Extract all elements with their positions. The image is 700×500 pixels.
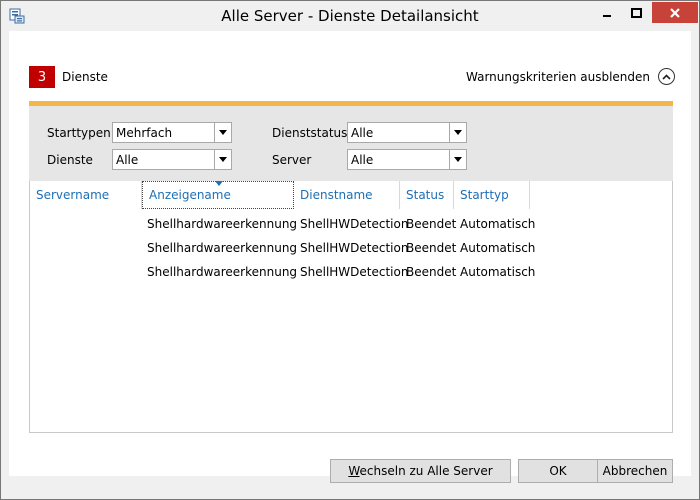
- column-header-anzeigename-label: Anzeigename: [149, 188, 231, 202]
- dropdown-arrow-icon: [214, 123, 231, 142]
- dienste-label: Dienste: [47, 153, 93, 167]
- minimize-button[interactable]: [593, 2, 621, 23]
- ok-button[interactable]: OK: [518, 459, 598, 483]
- starttypen-value: Mehrfach: [116, 125, 173, 140]
- starttypen-label: Starttypen: [47, 126, 111, 140]
- dienststatus-dropdown[interactable]: Alle: [347, 122, 467, 143]
- dienststatus-label: Dienststatus: [272, 126, 348, 140]
- dropdown-arrow-icon: [449, 150, 466, 169]
- minimize-icon: [603, 14, 611, 17]
- dienste-value: Alle: [116, 152, 139, 167]
- hide-warning-criteria-toggle[interactable]: Warnungskriterien ausblenden: [466, 68, 675, 85]
- maximize-icon: [630, 7, 642, 18]
- table-row[interactable]: Shellhardwareerkennung ShellHWDetection …: [30, 213, 672, 237]
- close-button[interactable]: [652, 2, 698, 23]
- cell-starttyp: Automatisch: [460, 217, 536, 231]
- close-icon: [670, 7, 680, 18]
- cell-anzeigename: Shellhardwareerkennung: [147, 241, 298, 255]
- column-header-dienstname[interactable]: Dienstname: [294, 181, 400, 209]
- column-header-starttyp[interactable]: Starttyp: [454, 181, 530, 209]
- hide-warning-criteria-label: Warnungskriterien ausblenden: [466, 69, 650, 84]
- column-header-status[interactable]: Status: [400, 181, 454, 209]
- service-count-label: Dienste: [62, 70, 108, 84]
- chevron-up-icon: [658, 68, 675, 85]
- cell-anzeigename: Shellhardwareerkennung: [147, 265, 298, 279]
- services-table: Servername Anzeigename Dienstname Status…: [29, 181, 673, 433]
- cell-dienstname: ShellHWDetection: [300, 265, 409, 279]
- dropdown-arrow-icon: [214, 150, 231, 169]
- server-dropdown[interactable]: Alle: [347, 149, 467, 170]
- cell-anzeigename: Shellhardwareerkennung: [147, 217, 298, 231]
- switch-button-label: echseln zu Alle Server: [359, 464, 493, 478]
- table-row[interactable]: Shellhardwareerkennung ShellHWDetection …: [30, 237, 672, 261]
- dropdown-arrow-icon: [449, 123, 466, 142]
- cell-starttyp: Automatisch: [460, 265, 536, 279]
- cell-status: Beendet: [406, 217, 457, 231]
- column-header-servername[interactable]: Servername: [30, 181, 142, 209]
- switch-to-all-servers-button[interactable]: Wechseln zu Alle Server: [330, 459, 511, 483]
- title-bar[interactable]: Alle Server - Dienste Detailansicht: [1, 1, 699, 31]
- maximize-button[interactable]: [622, 2, 650, 23]
- server-label: Server: [272, 153, 312, 167]
- starttypen-dropdown[interactable]: Mehrfach: [112, 122, 232, 143]
- dialog-window: Alle Server - Dienste Detailansicht 3 Di…: [0, 0, 700, 500]
- cell-dienstname: ShellHWDetection: [300, 241, 409, 255]
- dienste-dropdown[interactable]: Alle: [112, 149, 232, 170]
- switch-button-mnemonic: W: [348, 464, 360, 478]
- cancel-button[interactable]: Abbrechen: [597, 459, 673, 483]
- cell-status: Beendet: [406, 241, 457, 255]
- server-value: Alle: [351, 152, 374, 167]
- cell-dienstname: ShellHWDetection: [300, 217, 409, 231]
- cell-status: Beendet: [406, 265, 457, 279]
- dienststatus-value: Alle: [351, 125, 374, 140]
- filter-panel: Starttypen Mehrfach Dienste Alle Diensts…: [29, 101, 673, 181]
- sort-descending-icon: [215, 181, 223, 186]
- table-row[interactable]: Shellhardwareerkennung ShellHWDetection …: [30, 261, 672, 285]
- service-count-badge: 3: [29, 66, 55, 88]
- content-area: 3 Dienste Warnungskriterien ausblenden S…: [9, 31, 691, 483]
- column-header-anzeigename[interactable]: Anzeigename: [142, 181, 294, 209]
- cell-starttyp: Automatisch: [460, 241, 536, 255]
